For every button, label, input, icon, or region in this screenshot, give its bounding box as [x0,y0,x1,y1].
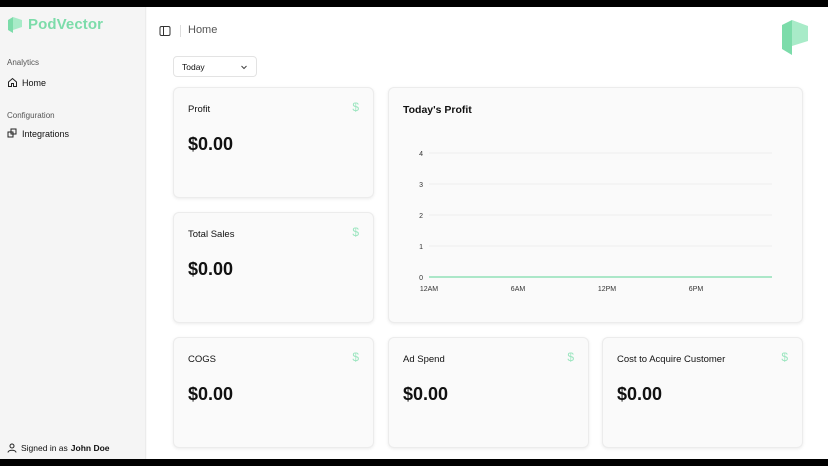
dollar-icon: $ [352,350,359,364]
profit-card: Profit $ $0.00 [173,87,374,198]
header-divider [180,25,181,37]
y-tick-label: 1 [419,244,423,251]
brand[interactable]: PodVector [8,16,103,33]
todays-profit-chart: 0 1 2 3 4 12AM 6AM 12PM 6PM [419,151,772,293]
podvector-logo-icon [8,16,22,33]
dollar-icon: $ [781,350,788,364]
card-title: Profit [188,104,211,115]
chevron-down-icon [241,65,247,69]
main-content: Home Today Profit $ $0.00 Total Sales $ … [147,7,828,459]
app-window: PodVector Analytics Home Configuration I… [0,7,828,459]
card-value: $0.00 [403,384,449,404]
card-title: Total Sales [188,229,235,240]
sidebar-item-integrations[interactable]: Integrations [7,128,69,139]
card-value: $0.00 [188,134,234,154]
y-tick-label: 3 [419,182,423,189]
sidebar-item-label: Home [22,77,47,88]
dollar-icon: $ [567,350,574,364]
date-range-value: Today [182,61,205,72]
sidebar-item-label: Integrations [22,128,70,139]
card-value: $0.00 [188,384,234,404]
card-value: $0.00 [617,384,663,404]
x-tick-label: 6PM [689,286,704,293]
home-icon [7,77,18,88]
x-tick-label: 12PM [598,286,616,293]
podvector-logo-icon [782,20,808,55]
section-label-analytics: Analytics [7,58,40,67]
y-tick-label: 4 [419,151,423,158]
brand-name: PodVector [28,16,104,33]
card-title: COGS [188,354,216,365]
x-tick-label: 6AM [511,286,526,293]
card-value: $0.00 [188,259,234,279]
todays-profit-chart-card: Today's Profit 0 1 2 3 4 12AM 6AM 12PM 6PM [388,87,803,323]
signed-in-prefix: Signed in as [21,443,68,453]
card-title: Ad Spend [403,354,445,365]
sidebar: PodVector Analytics Home Configuration I… [0,7,146,459]
section-label-configuration: Configuration [7,111,55,120]
dollar-icon: $ [352,100,359,114]
cogs-card: COGS $ $0.00 [173,337,374,448]
ad-spend-card: Ad Spend $ $0.00 [388,337,589,448]
puzzle-icon [7,128,18,139]
sidebar-toggle-icon[interactable] [159,25,171,37]
date-range-select[interactable]: Today [173,56,257,77]
user-icon [7,443,17,453]
sidebar-item-home[interactable]: Home [7,77,46,88]
x-tick-label: 12AM [420,286,438,293]
signed-in-status[interactable]: Signed in as John Doe [7,443,110,453]
cac-card: Cost to Acquire Customer $ $0.00 [602,337,803,448]
page-title: Home [188,24,218,36]
dollar-icon: $ [352,225,359,239]
signed-in-user: John Doe [70,443,110,453]
y-tick-label: 0 [419,275,423,282]
card-title: Cost to Acquire Customer [617,354,726,365]
total-sales-card: Total Sales $ $0.00 [173,212,374,323]
y-tick-label: 2 [419,213,423,220]
